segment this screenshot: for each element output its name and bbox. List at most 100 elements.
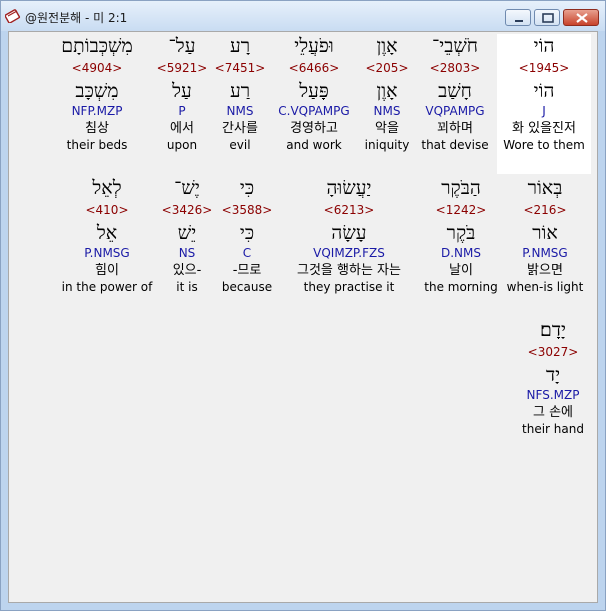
morphology-code: NS <box>178 246 196 260</box>
korean-gloss: 경영하고 <box>290 121 338 136</box>
word-card[interactable]: יֶשׁ־ <3426> יֵשׁ NS 있으- it is <box>161 176 213 295</box>
morphology-code: NMS <box>373 104 401 118</box>
morphology-code: J <box>542 104 546 118</box>
korean-gloss: 간사를 <box>222 121 258 136</box>
word-card[interactable]: לְאֵל <410> אֵל P.NMSG 힘이 in the power o… <box>61 176 153 295</box>
english-gloss: their beds <box>66 138 128 152</box>
korean-gloss: 밝으면 <box>527 263 563 278</box>
english-gloss: when-is light <box>506 280 584 294</box>
hebrew-word: רָע <box>229 35 251 57</box>
hebrew-word: וּפֹעֲלֵי <box>294 35 334 57</box>
lemma-word: בֹּקֶר <box>446 222 476 244</box>
english-gloss: evil <box>229 138 251 152</box>
korean-gloss: -므로 <box>232 263 262 278</box>
strong-number[interactable]: <5921> <box>155 61 209 75</box>
korean-gloss: 힘이 <box>95 263 119 278</box>
close-button[interactable] <box>563 9 599 26</box>
lemma-word: פָּעַל <box>299 80 329 102</box>
word-card[interactable]: יַעֲשׂוּהָ <6213> עָשָׂה VQIMZP.FZS 그것을 … <box>281 176 417 295</box>
english-gloss: their hand <box>522 422 584 436</box>
strong-number[interactable]: <3027> <box>513 345 593 359</box>
window-title: @원전분해 - 미 2:1 <box>25 11 128 25</box>
morphology-code: P.NMSG <box>84 246 130 260</box>
morphology-code: VQIMZP.FZS <box>313 246 385 260</box>
minimize-button[interactable] <box>505 9 531 26</box>
lemma-word: אֵל <box>96 222 118 244</box>
lemma-word: הוֹי <box>533 80 555 102</box>
hebrew-word: יַעֲשׂוּהָ <box>326 177 372 199</box>
word-card[interactable]: יָדָם׃ <3027> יָד NFS.MZP 그 손에 their han… <box>513 318 593 437</box>
strong-number[interactable]: <4904> <box>45 61 149 75</box>
english-gloss: that devise <box>421 138 489 152</box>
lemma-word: עָשָׂה <box>331 222 367 244</box>
word-card[interactable]: מִשְׁכְּבוֹתָם <4904> מִשְׁכָּב NFP.MZP … <box>45 34 149 153</box>
word-card[interactable]: וּפֹעֲלֵי <6466> פָּעַל C.VQPAMPG 경영하고 a… <box>271 34 357 153</box>
english-gloss: iniquity <box>364 138 410 152</box>
strong-number[interactable]: <216> <box>505 203 585 217</box>
korean-gloss: 화 있을진저 <box>512 121 576 136</box>
lemma-word: רַע <box>229 80 251 102</box>
hebrew-word: מִשְׁכְּבוֹתָם <box>61 35 133 57</box>
lemma-word: כִּי <box>239 222 255 244</box>
lemma-word: אָוֶן <box>376 80 398 102</box>
strong-number[interactable]: <6466> <box>271 61 357 75</box>
strong-number[interactable]: <3588> <box>221 203 273 217</box>
hebrew-word: עַל־ <box>168 35 196 57</box>
korean-gloss: 꾀하며 <box>437 121 473 136</box>
english-gloss: in the power of <box>61 280 153 294</box>
strong-number[interactable]: <2803> <box>417 61 493 75</box>
lemma-word: יֵשׁ <box>177 222 197 244</box>
hebrew-word: כִּי <box>239 177 255 199</box>
hebrew-word: הַבֹּקֶר <box>441 177 481 199</box>
strong-number[interactable]: <205> <box>361 61 413 75</box>
morphology-code: P.NMSG <box>522 246 568 260</box>
morphology-code: P <box>178 104 186 118</box>
hebrew-word: הוֹי <box>533 35 555 57</box>
app-icon <box>4 7 21 24</box>
word-card[interactable]: חֹשְׁבֵי־ <2803> חָשַׁב VQPAMPG 꾀하며 that… <box>417 34 493 153</box>
korean-gloss: 그 손에 <box>532 405 573 420</box>
lemma-word: יָד <box>545 364 561 386</box>
morphology-code: NMS <box>226 104 254 118</box>
analysis-panel: הוֹי <1945> הוֹי J 화 있을진저 Wore to them ח… <box>8 31 598 603</box>
hebrew-word: יָדָם׃ <box>540 319 566 341</box>
strong-number[interactable]: <1945> <box>497 61 591 75</box>
word-card[interactable]: עַל־ <5921> עַל P 에서 upon <box>155 34 209 153</box>
strong-number[interactable]: <6213> <box>281 203 417 217</box>
hebrew-word: יֶשׁ־ <box>174 177 200 199</box>
english-gloss: they practise it <box>303 280 395 294</box>
morphology-code: NFP.MZP <box>71 104 123 118</box>
morphology-code: NFS.MZP <box>526 388 580 402</box>
strong-number[interactable]: <1242> <box>421 203 501 217</box>
morphology-code: C <box>242 246 252 260</box>
hebrew-word: חֹשְׁבֵי־ <box>431 35 479 57</box>
hebrew-word: בְּאוֹר <box>527 177 563 199</box>
english-gloss: and work <box>286 138 342 152</box>
morphology-code: C.VQPAMPG <box>278 104 350 118</box>
lemma-word: מִשְׁכָּב <box>75 80 119 102</box>
word-card[interactable]: הַבֹּקֶר <1242> בֹּקֶר D.NMS 날이 the morn… <box>421 176 501 295</box>
lemma-word: חָשַׁב <box>438 80 472 102</box>
hebrew-word: אָוֶן <box>376 35 398 57</box>
english-gloss: the morning <box>424 280 498 294</box>
strong-number[interactable]: <3426> <box>161 203 213 217</box>
korean-gloss: 악을 <box>375 121 399 136</box>
hebrew-word: לְאֵל <box>92 177 122 199</box>
word-card[interactable]: כִּי <3588> כִּי C -므로 because <box>221 176 273 295</box>
korean-gloss: 그것을 행하는 자는 <box>297 263 401 278</box>
morphology-code: D.NMS <box>440 246 481 260</box>
english-gloss: it is <box>176 280 198 294</box>
strong-number[interactable]: <410> <box>61 203 153 217</box>
strong-number[interactable]: <7451> <box>213 61 267 75</box>
word-card[interactable]: הוֹי <1945> הוֹי J 화 있을진저 Wore to them <box>497 34 591 174</box>
korean-gloss: 날이 <box>449 263 473 278</box>
lemma-word: אוֹר <box>532 222 558 244</box>
word-card[interactable]: בְּאוֹר <216> אוֹר P.NMSG 밝으면 when-is li… <box>505 176 585 295</box>
title-bar[interactable]: @원전분해 - 미 2:1 <box>1 1 605 31</box>
maximize-button[interactable] <box>534 9 560 26</box>
app-window: @원전분해 - 미 2:1 הוֹי <1945> הוֹי J 화 있을진저 … <box>0 0 606 611</box>
word-card[interactable]: אָוֶן <205> אָוֶן NMS 악을 iniquity <box>361 34 413 153</box>
english-gloss: Wore to them <box>503 138 585 152</box>
word-card[interactable]: רָע <7451> רַע NMS 간사를 evil <box>213 34 267 153</box>
lemma-word: עַל <box>172 80 192 102</box>
